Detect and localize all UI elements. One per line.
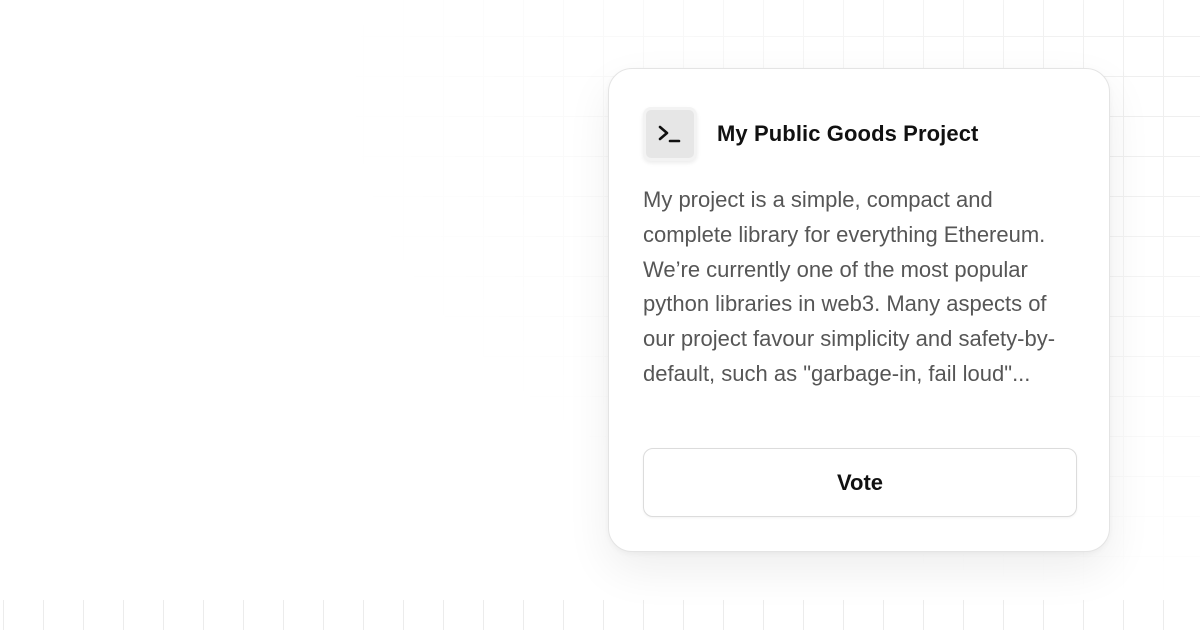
terminal-icon: [643, 107, 697, 161]
vote-button[interactable]: Vote: [643, 448, 1077, 517]
project-card-header: My Public Goods Project: [643, 107, 978, 161]
project-card: My Public Goods Project My project is a …: [608, 68, 1110, 552]
project-description: My project is a simple, compact and comp…: [643, 187, 1056, 386]
project-title: My Public Goods Project: [717, 121, 979, 146]
background-grid-bottom: [0, 600, 1200, 630]
terminal-icon-glyph: [658, 125, 681, 143]
